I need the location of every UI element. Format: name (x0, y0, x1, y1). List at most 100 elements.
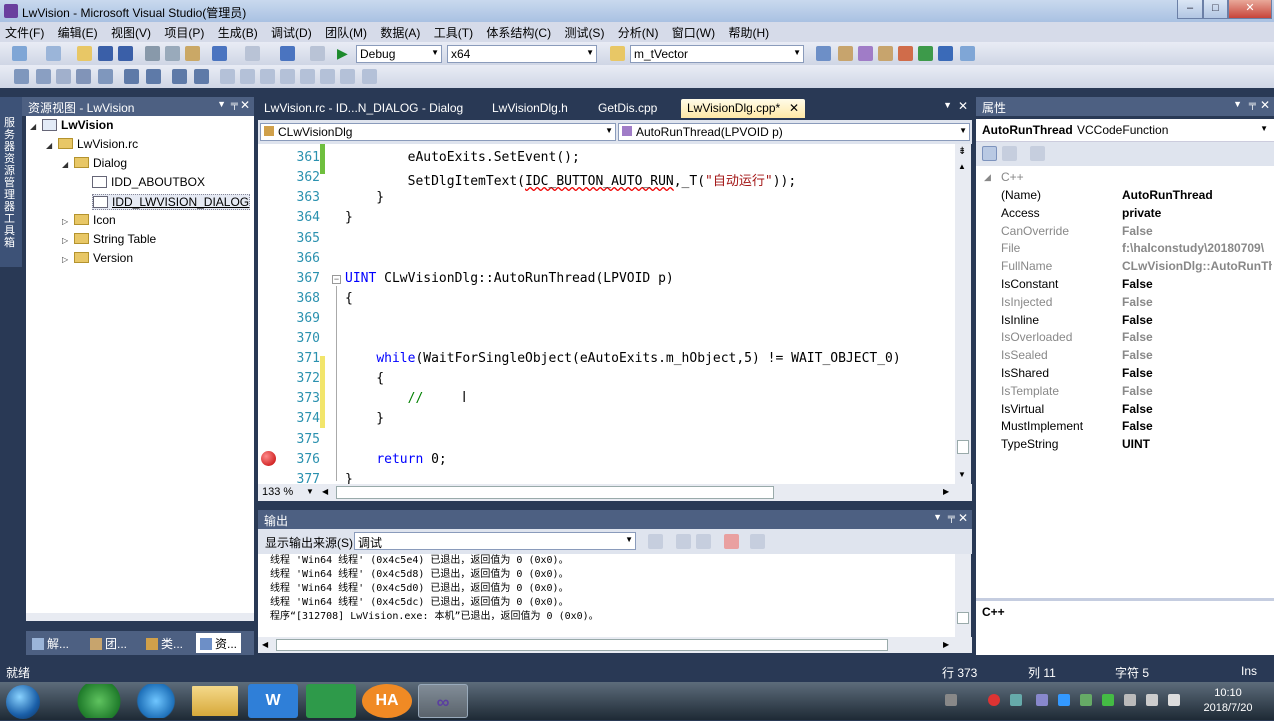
property-value[interactable]: False (1122, 364, 1272, 382)
tray-security-icon[interactable] (988, 694, 1000, 706)
menu-project[interactable]: 项目(P) (159, 22, 209, 43)
tree-horizontal-scrollbar[interactable] (26, 613, 254, 621)
property-row[interactable]: IsOverloaded False (976, 328, 1274, 346)
properties-object-select[interactable]: AutoRunThread VCCodeFunction ▼ (976, 119, 1274, 142)
menu-edit[interactable]: 编辑(E) (53, 22, 103, 43)
output-text[interactable]: 线程 'Win64 线程' (0x4c5e4) 已退出，返回值为 0 (0x0)… (258, 554, 955, 637)
property-row[interactable]: IsTemplate False (976, 382, 1274, 400)
category-row[interactable]: ◢ C++ (976, 168, 1274, 186)
clear-all-icon[interactable] (724, 534, 739, 549)
expanded-icon[interactable]: ◢ (30, 122, 40, 131)
property-row[interactable]: IsVirtual False (976, 400, 1274, 418)
categorized-icon[interactable] (982, 146, 997, 161)
bookmark-prev-icon[interactable] (240, 69, 255, 84)
property-value[interactable]: False (1122, 293, 1272, 311)
collapse-icon[interactable]: ◢ (984, 168, 991, 186)
media-app-icon[interactable] (131, 684, 181, 718)
close-tab-icon[interactable]: ✕ (789, 101, 799, 115)
solution-explorer-icon[interactable] (816, 46, 831, 61)
tray-wifi-icon[interactable] (1146, 694, 1158, 706)
uncomment-icon[interactable] (194, 69, 209, 84)
bookmark-next-icon[interactable] (260, 69, 275, 84)
menu-file[interactable]: 文件(F) (0, 22, 49, 43)
menu-help[interactable]: 帮助(H) (723, 22, 774, 43)
decrease-indent-icon[interactable] (124, 69, 139, 84)
next-message-icon[interactable] (696, 534, 711, 549)
quick-info-icon[interactable] (56, 69, 71, 84)
menu-architecture[interactable]: 体系结构(C) (481, 22, 556, 43)
find-combo[interactable]: m_tVector ▼ (630, 45, 804, 63)
tree-item-string-table[interactable]: ▷ String Table (62, 232, 156, 246)
property-pages-icon[interactable] (1030, 146, 1045, 161)
scroll-thumb[interactable] (957, 612, 969, 624)
bookmark-prev-doc-icon[interactable] (320, 69, 335, 84)
close-icon[interactable]: ✕ (1260, 98, 1270, 112)
tray-nvidia-icon[interactable] (1102, 694, 1114, 706)
minimize-button[interactable]: – (1177, 0, 1203, 19)
tray-monitor-icon[interactable] (1080, 694, 1092, 706)
pin-icon[interactable]: ╤ (231, 99, 238, 110)
wps-writer-app[interactable]: W (248, 684, 298, 718)
tab-team-explorer[interactable]: 团... (86, 633, 131, 653)
tree-item-project[interactable]: ◢ LwVision (30, 118, 113, 132)
paste-icon[interactable] (185, 46, 200, 61)
class-select[interactable]: CLwVisionDlg ▼ (260, 123, 616, 141)
redo-icon[interactable] (245, 46, 260, 61)
tools-icon[interactable] (898, 46, 913, 61)
spreadsheet-app-icon[interactable] (306, 684, 356, 718)
save-icon[interactable] (98, 46, 113, 61)
output-vertical-scrollbar[interactable] (955, 554, 971, 637)
pin-icon[interactable]: ╤ (948, 512, 955, 523)
property-value[interactable]: False (1122, 275, 1272, 293)
comment-out-icon[interactable] (172, 69, 187, 84)
object-browser-icon[interactable] (858, 46, 873, 61)
property-value[interactable]: AutoRunThread (1122, 186, 1272, 204)
close-icon[interactable]: ✕ (958, 511, 968, 525)
start-button[interactable] (6, 685, 40, 719)
property-value[interactable]: CLwVisionDlg::AutoRunThread (1122, 257, 1272, 275)
tree-item-aboutbox[interactable]: IDD_ABOUTBOX (92, 175, 205, 189)
member-list-icon[interactable] (14, 69, 29, 84)
collapse-region-icon[interactable]: − (332, 275, 341, 284)
menu-debug[interactable]: 调试(D) (266, 22, 317, 43)
tree-item-version[interactable]: ▷ Version (62, 251, 133, 265)
word-wrap-icon[interactable] (98, 69, 113, 84)
property-value[interactable]: UINT (1122, 435, 1272, 453)
tab-list-icon[interactable]: ▼ (943, 100, 952, 110)
alphabetical-icon[interactable] (1002, 146, 1017, 161)
hscroll-thumb[interactable] (336, 486, 774, 499)
prev-message-icon[interactable] (676, 534, 691, 549)
tray-network-icon[interactable] (1010, 694, 1022, 706)
tab-solution-explorer[interactable]: 解... (28, 633, 73, 653)
close-button[interactable]: ✕ (1228, 0, 1272, 19)
property-value[interactable]: False (1122, 222, 1272, 240)
property-row[interactable]: Access private (976, 204, 1274, 222)
tray-volume-icon[interactable] (1168, 694, 1180, 706)
menu-test[interactable]: 测试(S) (559, 22, 609, 43)
zoom-level[interactable]: 133 % (262, 486, 293, 498)
find-message-icon[interactable] (648, 534, 663, 549)
open-file-icon[interactable] (77, 46, 92, 61)
property-row[interactable]: CanOverride False (976, 222, 1274, 240)
property-row[interactable]: IsShared False (976, 364, 1274, 382)
bookmark-next-doc-icon[interactable] (340, 69, 355, 84)
find-in-files-icon[interactable] (610, 46, 625, 61)
window-position-icon[interactable]: ▼ (933, 512, 942, 522)
scroll-right-icon[interactable]: ▶ (943, 640, 949, 649)
start-page-icon[interactable] (918, 46, 933, 61)
expanded-icon[interactable]: ◢ (62, 160, 72, 169)
pin-icon[interactable]: ╤ (1249, 99, 1256, 110)
output-source-select[interactable]: 调试 ▼ (354, 532, 636, 550)
close-icon[interactable]: ✕ (240, 98, 250, 112)
property-value[interactable]: False (1122, 400, 1272, 418)
property-row[interactable]: TypeString UINT (976, 435, 1274, 453)
toolbox-icon[interactable] (878, 46, 893, 61)
expanded-icon[interactable]: ◢ (46, 141, 56, 150)
clear-bookmarks-icon[interactable] (362, 69, 377, 84)
menu-view[interactable]: 视图(V) (106, 22, 156, 43)
property-row[interactable]: File f:\halconstudy\20180709\ (976, 239, 1274, 257)
tab-resource-view[interactable]: 资... (196, 633, 242, 653)
tree-item-lwvision-dialog[interactable]: IDD_LWVISION_DIALOG (92, 194, 251, 210)
platform-select[interactable]: x64 ▼ (447, 45, 597, 63)
scroll-right-icon[interactable]: ▶ (943, 487, 949, 496)
